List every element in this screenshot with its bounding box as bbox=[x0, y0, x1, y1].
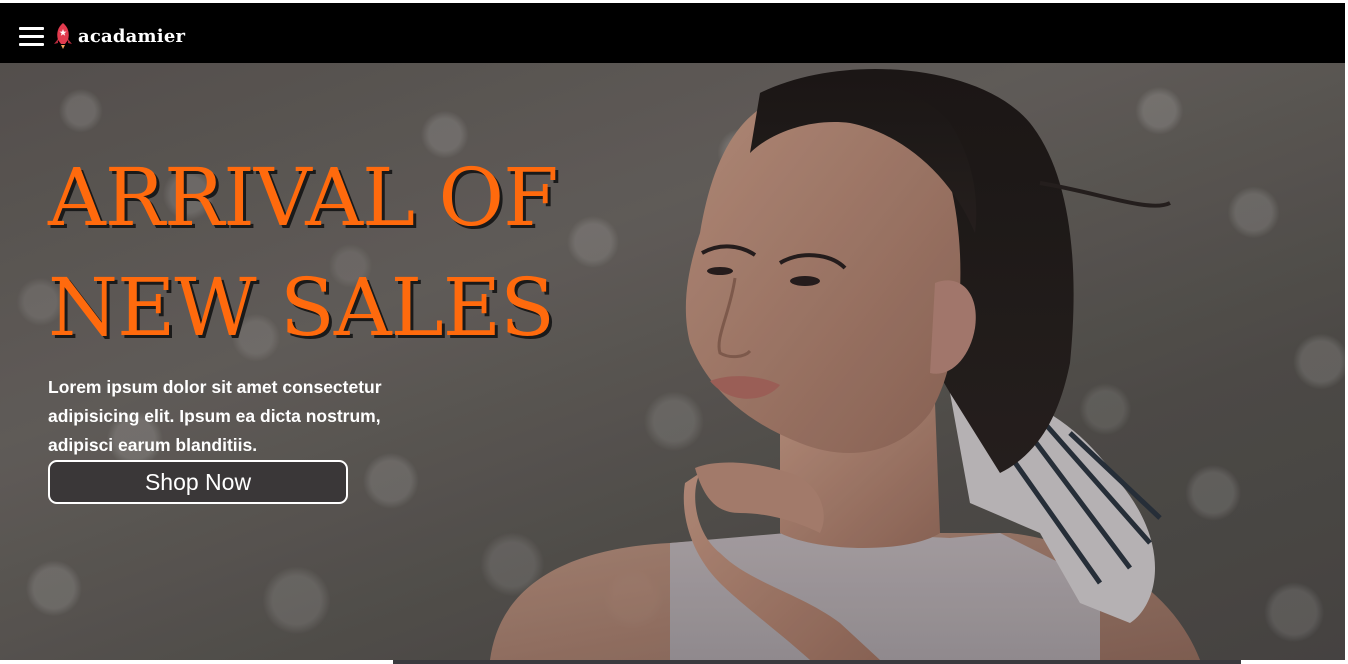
brand-logo[interactable]: acadamier bbox=[52, 21, 185, 51]
slider-progress-track bbox=[46, 660, 1241, 664]
headline-line-1: ARRIVAL OF bbox=[48, 151, 559, 244]
hero-banner: ARRIVAL OF NEW SALES Lorem ipsum dolor s… bbox=[0, 63, 1348, 660]
rocket-logo-icon bbox=[54, 23, 72, 49]
top-navbar: acadamier bbox=[0, 3, 1348, 63]
brand-name: acadamier bbox=[78, 25, 186, 47]
hero-headline: ARRIVAL OF NEW SALES bbox=[48, 143, 608, 363]
hamburger-bar bbox=[19, 35, 44, 38]
headline-line-2: NEW SALES bbox=[48, 261, 555, 354]
hamburger-menu-icon[interactable] bbox=[19, 25, 44, 47]
page: acadamier ARRIVAL OF NEW SALES Lorem ips… bbox=[0, 0, 1348, 664]
slider-progress-fill bbox=[46, 660, 393, 664]
hero-description: Lorem ipsum dolor sit amet consectetur a… bbox=[48, 377, 382, 455]
hamburger-bar bbox=[19, 27, 44, 30]
hamburger-bar bbox=[19, 43, 44, 46]
hero-text-block: ARRIVAL OF NEW SALES Lorem ipsum dolor s… bbox=[48, 143, 608, 460]
shop-now-button[interactable]: Shop Now bbox=[48, 460, 348, 504]
